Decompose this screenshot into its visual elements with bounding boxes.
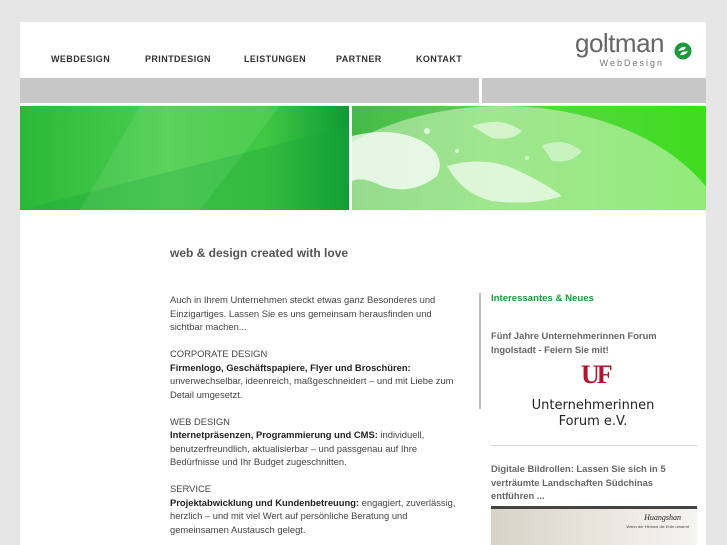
main-content: Auch in Ihrem Unternehmen steckt etwas g…: [170, 293, 460, 545]
page: WEBDESIGN PRINTDESIGN LEISTUNGEN PARTNER…: [20, 22, 706, 545]
section-bold-lead: Firmenlogo, Geschäftspapiere, Flyer und …: [170, 361, 411, 373]
section-corporate-design: CORPORATE DESIGN Firmenlogo, Geschäftspa…: [170, 347, 460, 401]
thumbnail-title: Huangshan: [644, 513, 681, 522]
nav-item-webdesign[interactable]: WEBDESIGN: [51, 54, 110, 64]
section-web-design: WEB DESIGN Internetpräsenzen, Programmie…: [170, 415, 460, 469]
section-heading: WEB DESIGN: [170, 415, 230, 427]
header-bar-left: [20, 78, 479, 103]
logo-wordmark: goltman: [575, 28, 665, 58]
goltman-logo[interactable]: goltman WebDesign: [556, 28, 692, 72]
news-link-bildrollen[interactable]: Digitale Bildrollen: Lassen Sie sich in …: [491, 462, 691, 503]
section-bold-lead: Projektabwicklung und Kundenbetreuung:: [170, 496, 360, 508]
main-navigation: WEBDESIGN PRINTDESIGN LEISTUNGEN PARTNER…: [20, 22, 706, 76]
nav-item-printdesign[interactable]: PRINTDESIGN: [145, 54, 211, 64]
unternehmerinnen-forum-logo[interactable]: UF Unternehmerinnen Forum e.V.: [523, 358, 663, 434]
green-banner: [20, 106, 349, 210]
header-bar-right: [482, 78, 706, 103]
logo-subtitle: WebDesign: [599, 58, 664, 68]
section-heading: CORPORATE DESIGN: [170, 348, 268, 359]
section-bold-lead: Internetpräsenzen, Programmierung und CM…: [170, 429, 378, 440]
news-link-unternehmerinnen-forum[interactable]: Fünf Jahre Unternehmerinnen Forum Ingols…: [491, 329, 691, 356]
uf-mark-logo: UF: [581, 360, 613, 389]
huangshan-thumbnail-image[interactable]: Huangshan Wenn der Himmel die Erde umarm…: [491, 509, 697, 545]
thumbnail-subtitle: Wenn der Himmel die Erde umarmt: [626, 524, 689, 529]
section-heading: SERVICE: [170, 483, 211, 494]
uf-logo-line2: Forum e.V.: [558, 414, 628, 429]
news-separator: [491, 445, 697, 446]
nav-item-partner[interactable]: PARTNER: [336, 54, 382, 64]
intro-text: Auch in Ihrem Unternehmen steckt etwas g…: [170, 294, 436, 332]
column-divider: [479, 293, 481, 409]
goltman-logo-icon: [674, 42, 692, 65]
globe-banner-image: [352, 106, 706, 210]
section-service: SERVICE Projektabwicklung und Kundenbetr…: [170, 482, 460, 536]
news-section-title: Interessantes & Neues: [491, 293, 594, 304]
section-text: unverwechselbar, ideenreich, maßgeschnei…: [170, 375, 454, 400]
nav-item-leistungen[interactable]: LEISTUNGEN: [244, 54, 306, 64]
uf-logo-line1: Unternehmerinnen: [531, 398, 655, 413]
page-tagline: web & design created with love: [170, 246, 349, 260]
nav-item-kontakt[interactable]: KONTAKT: [416, 54, 462, 64]
